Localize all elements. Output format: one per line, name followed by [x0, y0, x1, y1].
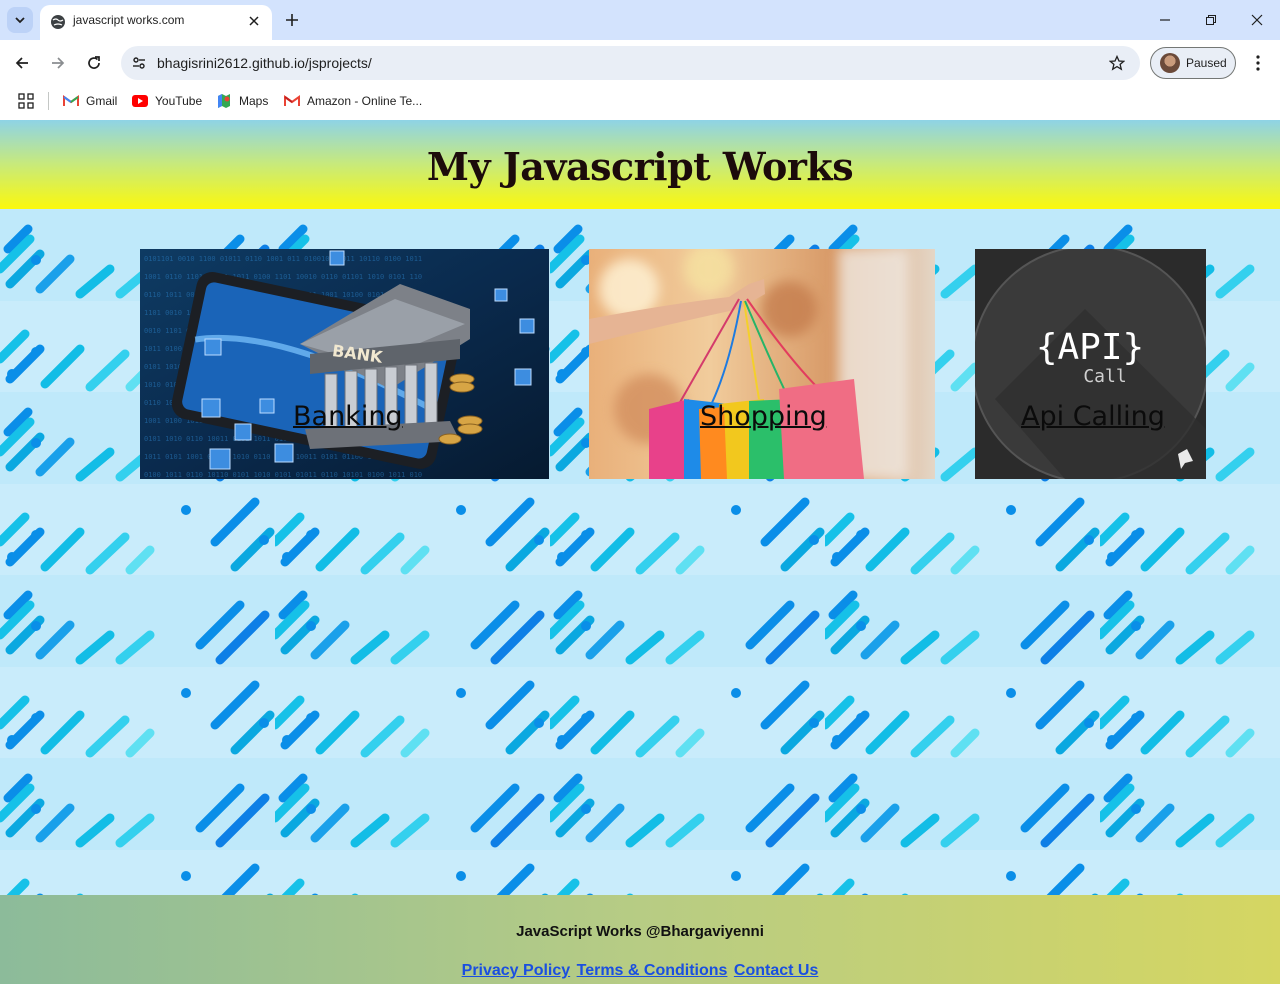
star-icon	[1109, 55, 1125, 71]
bookmark-maps[interactable]: Maps	[216, 91, 268, 111]
close-icon	[1251, 14, 1263, 26]
tab-strip: javascript works.com	[0, 0, 1280, 40]
reload-button[interactable]	[82, 51, 106, 75]
browser-toolbar: bhagisrini2612.github.io/jsprojects/ Pau…	[0, 40, 1280, 86]
globe-icon	[51, 15, 65, 29]
chevron-down-icon	[15, 17, 25, 24]
reload-icon	[88, 56, 100, 69]
bookmark-label: Gmail	[86, 94, 118, 108]
profile-status: Paused	[1186, 56, 1227, 70]
pattern-tile	[545, 575, 825, 758]
close-window-button[interactable]	[1247, 10, 1267, 30]
new-tab-button[interactable]	[282, 10, 302, 30]
profile-button[interactable]: Paused	[1150, 47, 1236, 79]
svg-text:0101101 0010 1100 01011 0110 1: 0101101 0010 1100 01011 0110 1001 011 01…	[144, 255, 422, 263]
bank-image[interactable]: 0101101 0010 1100 01011 0110 1001 011 01…	[140, 249, 549, 479]
back-button[interactable]	[10, 51, 34, 75]
pattern-tile	[1095, 575, 1280, 758]
page-title: My Javascript Works	[426, 144, 854, 189]
pattern-tile	[0, 758, 275, 895]
maps-icon	[216, 93, 232, 109]
browser-menu-button[interactable]	[1248, 53, 1268, 73]
pattern-tile	[545, 758, 825, 895]
pattern-tile	[820, 575, 1100, 758]
site-header: My Javascript Works	[0, 120, 1280, 209]
arrow-right-icon	[52, 57, 65, 69]
close-tab-button[interactable]	[245, 12, 263, 30]
site-footer: JavaScript Works @Bhargaviyenni Privacy …	[0, 895, 1280, 984]
apps-grid-icon[interactable]	[18, 93, 34, 109]
banking-link[interactable]: Banking	[293, 401, 403, 432]
plus-icon	[286, 14, 298, 26]
youtube-icon	[132, 93, 148, 109]
bookmark-star-button[interactable]	[1107, 53, 1127, 73]
web-page: My Javascript Works 0101101 0010 1100 01…	[0, 120, 1280, 984]
footer-credit: JavaScript Works @Bhargaviyenni	[516, 923, 764, 940]
pattern-tile	[820, 758, 1100, 895]
close-icon	[249, 16, 259, 26]
site-info-button[interactable]	[129, 53, 149, 73]
bookmarks-separator	[48, 92, 49, 110]
api-calling-link[interactable]: Api Calling	[1021, 401, 1165, 432]
avatar	[1160, 53, 1180, 73]
api-call-image[interactable]: {API} Call	[975, 249, 1206, 479]
bookmark-label: YouTube	[155, 94, 203, 108]
address-bar[interactable]: bhagisrini2612.github.io/jsprojects/	[121, 46, 1140, 80]
api-image-text: {API}	[1036, 327, 1144, 368]
gmail-icon	[63, 93, 79, 109]
bookmark-youtube[interactable]: YouTube	[132, 91, 202, 111]
minimize-button[interactable]	[1155, 10, 1175, 30]
terms-link[interactable]: Terms & Conditions	[577, 962, 728, 979]
pattern-tile	[1095, 758, 1280, 895]
url-text: bhagisrini2612.github.io/jsprojects/	[157, 55, 372, 71]
bookmark-gmail[interactable]: Gmail	[63, 91, 117, 111]
forward-button[interactable]	[46, 51, 70, 75]
privacy-policy-link[interactable]: Privacy Policy	[462, 962, 571, 979]
svg-text:1001 0110 1101 00101 1011 0100: 1001 0110 1101 00101 1011 0100 1101 1001…	[144, 273, 422, 281]
tab-search-button[interactable]	[7, 7, 33, 33]
pattern-tile	[270, 575, 550, 758]
pattern-tile	[0, 575, 275, 758]
amazon-icon	[284, 93, 300, 109]
footer-links: Privacy Policy Terms & Conditions Contac…	[0, 962, 1280, 980]
shopping-link[interactable]: Shopping	[700, 401, 827, 432]
browser-tab[interactable]: javascript works.com	[40, 5, 272, 40]
contact-us-link[interactable]: Contact Us	[734, 962, 818, 979]
bookmark-amazon[interactable]: Amazon - Online Te...	[284, 91, 422, 111]
bookmark-label: Maps	[239, 94, 269, 108]
pattern-tile	[270, 758, 550, 895]
shopping-bags-image[interactable]	[589, 249, 935, 479]
more-vertical-icon	[1256, 55, 1260, 71]
api-image-subtext: Call	[1083, 366, 1126, 387]
restore-icon	[1206, 15, 1216, 25]
tune-icon	[133, 57, 145, 69]
minimize-icon	[1160, 19, 1170, 21]
arrow-left-icon	[15, 57, 28, 69]
bookmarks-bar: Gmail YouTube Maps Amazon - Online Te...	[0, 86, 1280, 120]
tab-title: javascript works.com	[73, 13, 185, 27]
svg-text:0100 1011 0110 10110 0101 1010: 0100 1011 0110 10110 0101 1010 0101 0101…	[144, 471, 422, 479]
bookmark-label: Amazon - Online Te...	[307, 94, 423, 108]
restore-button[interactable]	[1201, 10, 1221, 30]
